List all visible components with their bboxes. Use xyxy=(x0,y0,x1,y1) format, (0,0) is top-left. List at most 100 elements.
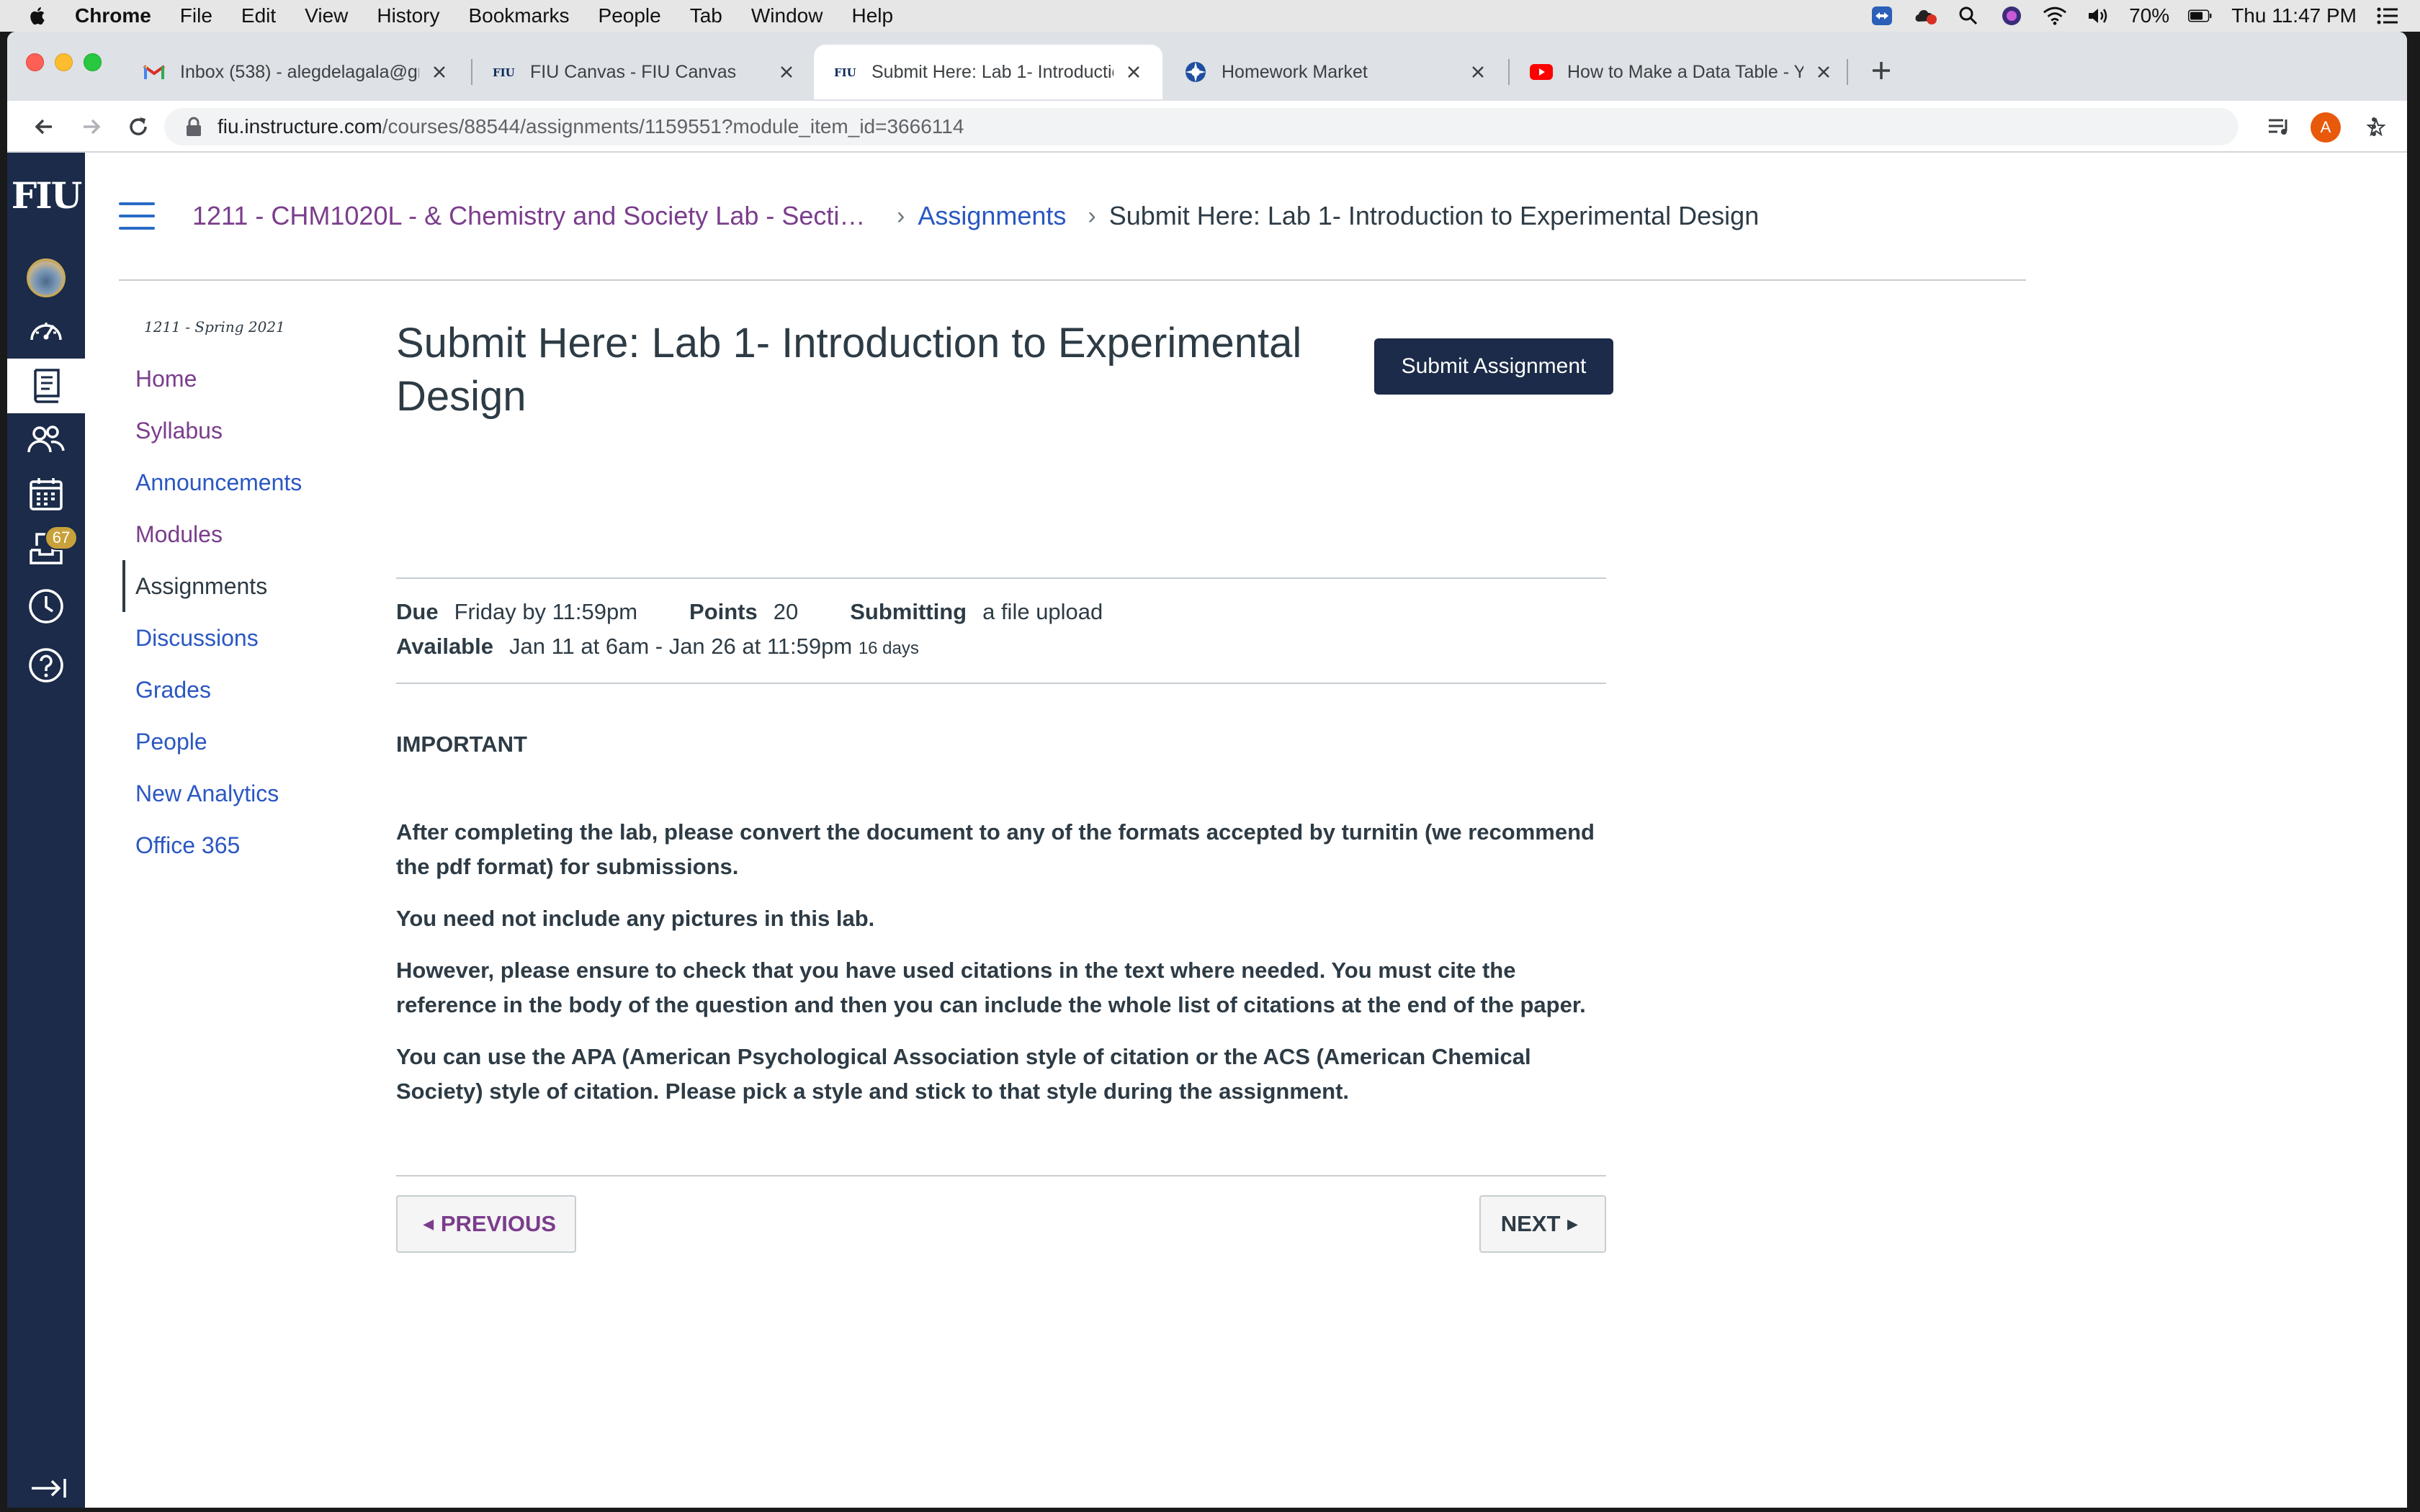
address-bar[interactable]: fiu.instructure.com/courses/88544/assign… xyxy=(164,108,2385,145)
reload-icon[interactable] xyxy=(125,114,151,140)
fiu-icon: FIU xyxy=(493,60,516,84)
spotlight-search-icon[interactable] xyxy=(1956,5,1981,27)
menubar-clock[interactable]: Thu 11:47 PM xyxy=(2231,4,2357,27)
history-nav-item[interactable] xyxy=(7,580,85,632)
inbox-unread-badge: 67 xyxy=(45,526,78,550)
caret-left-icon: ◀ xyxy=(423,1216,434,1231)
more-menu-icon[interactable] xyxy=(2361,114,2387,140)
window-zoom-button[interactable] xyxy=(84,53,102,71)
media-control-icon[interactable] xyxy=(2266,114,2292,140)
tab-close-icon[interactable] xyxy=(1469,63,1487,81)
menu-help[interactable]: Help xyxy=(851,4,893,27)
course-nav-assignments[interactable]: Assignments xyxy=(122,560,339,612)
fiu-icon: FIU xyxy=(834,60,857,84)
dashboard-nav-item[interactable] xyxy=(7,304,85,356)
groups-nav-item[interactable] xyxy=(7,413,85,465)
course-nav-announcements[interactable]: Announcements xyxy=(122,456,339,508)
page-title: Submit Here: Lab 1- Introduction to Expe… xyxy=(396,320,1302,420)
breadcrumb-assignments[interactable]: Assignments xyxy=(918,201,1066,231)
tab-homework-market[interactable]: Homework Market xyxy=(1164,45,1507,99)
menu-tab[interactable]: Tab xyxy=(690,4,722,27)
course-nav-new-analytics[interactable]: New Analytics xyxy=(122,768,339,819)
menu-file[interactable]: File xyxy=(180,4,212,27)
course-term: 1211 - Spring 2021 xyxy=(144,318,285,336)
description-paragraph: However, please ensure to check that you… xyxy=(396,958,1586,1017)
course-nav-grades[interactable]: Grades xyxy=(122,664,339,716)
courses-nav-item[interactable] xyxy=(7,359,85,413)
menu-people[interactable]: People xyxy=(599,4,661,27)
course-nav-people[interactable]: People xyxy=(122,716,339,768)
inbox-nav-item[interactable]: 67 xyxy=(7,523,85,575)
next-button[interactable]: NEXT ▶ xyxy=(1479,1195,1606,1253)
tab-strip: Inbox (538) - alegdelagala@gm FIU FIU Ca… xyxy=(7,32,2407,101)
breadcrumb-course[interactable]: 1211 - CHM1020L - & Chemistry and Societ… xyxy=(192,201,875,231)
tab-submit-lab-1[interactable]: FIU Submit Here: Lab 1- Introductio xyxy=(814,45,1162,99)
menu-history[interactable]: History xyxy=(377,4,439,27)
forward-icon[interactable] xyxy=(78,114,104,140)
tab-title: Inbox (538) - alegdelagala@gm xyxy=(180,61,419,82)
macos-menu-bar: Chrome File Edit View History Bookmarks … xyxy=(0,0,2420,32)
account-nav-item[interactable] xyxy=(7,245,85,311)
due-value: Friday by 11:59pm xyxy=(454,599,638,624)
tab-close-icon[interactable] xyxy=(1125,63,1142,81)
divider xyxy=(396,683,1606,684)
window-minimize-button[interactable] xyxy=(55,53,73,71)
tab-fiu-canvas[interactable]: FIU FIU Canvas - FIU Canvas xyxy=(472,45,815,99)
new-tab-icon[interactable] xyxy=(1867,56,1896,85)
collapse-nav-icon[interactable] xyxy=(30,1477,68,1499)
youtube-icon xyxy=(1530,60,1553,84)
tab-close-icon[interactable] xyxy=(1815,63,1832,81)
submit-assignment-button[interactable]: Submit Assignment xyxy=(1374,338,1613,395)
apple-icon[interactable] xyxy=(27,5,49,27)
groups-icon xyxy=(27,426,65,453)
volume-icon[interactable] xyxy=(2086,5,2110,27)
back-icon[interactable] xyxy=(32,114,58,140)
calendar-nav-item[interactable] xyxy=(7,468,85,520)
url-host: fiu.instructure.com xyxy=(218,115,382,138)
menu-window[interactable]: Window xyxy=(751,4,823,27)
description-paragraph: You need not include any pictures in thi… xyxy=(396,906,875,931)
available-days: 16 days xyxy=(858,639,919,658)
help-nav-item[interactable] xyxy=(7,639,85,691)
battery-icon[interactable] xyxy=(2188,5,2213,27)
chrome-window: Inbox (538) - alegdelagala@gm FIU FIU Ca… xyxy=(7,32,2407,1508)
profile-avatar[interactable]: A xyxy=(2311,112,2341,143)
previous-button[interactable]: ◀ PREVIOUS xyxy=(396,1195,576,1253)
menu-app-name[interactable]: Chrome xyxy=(75,4,151,27)
course-nav-syllabus[interactable]: Syllabus xyxy=(122,405,339,456)
canvas-page: FIU 67 1211 - CHM1020L - & Chemistry and… xyxy=(7,153,2407,1508)
siri-icon[interactable] xyxy=(1999,5,2024,27)
window-close-button[interactable] xyxy=(26,53,44,71)
menu-bookmarks[interactable]: Bookmarks xyxy=(468,4,569,27)
important-heading: IMPORTANT xyxy=(396,732,527,757)
course-menu-toggle-icon[interactable] xyxy=(119,202,155,230)
tab-gmail[interactable]: Inbox (538) - alegdelagala@gm xyxy=(122,45,468,99)
due-label: Due xyxy=(396,599,439,624)
next-label: NEXT xyxy=(1500,1211,1561,1236)
tab-close-icon[interactable] xyxy=(431,63,448,81)
course-nav-office-365[interactable]: Office 365 xyxy=(122,819,339,871)
global-navigation: FIU 67 xyxy=(7,153,85,1508)
gmail-icon xyxy=(143,60,166,84)
browser-toolbar: fiu.instructure.com/courses/88544/assign… xyxy=(7,101,2407,153)
menu-view[interactable]: View xyxy=(305,4,348,27)
creative-cloud-icon[interactable] xyxy=(1913,5,1937,27)
tab-youtube[interactable]: How to Make a Data Table - Yo xyxy=(1510,45,1852,99)
clock-icon xyxy=(29,589,63,624)
wifi-icon[interactable] xyxy=(2043,5,2067,27)
lock-icon[interactable] xyxy=(184,117,203,137)
tab-title: Submit Here: Lab 1- Introductio xyxy=(871,61,1113,82)
breadcrumb-current: Submit Here: Lab 1- Introduction to Expe… xyxy=(1108,201,1760,230)
help-icon xyxy=(29,648,63,683)
tab-close-icon[interactable] xyxy=(778,63,795,81)
teamviewer-icon[interactable] xyxy=(1870,5,1894,27)
tab-separator xyxy=(1847,59,1848,85)
course-nav-discussions[interactable]: Discussions xyxy=(122,612,339,664)
tab-title: FIU Canvas - FIU Canvas xyxy=(530,61,737,82)
description-paragraph: After completing the lab, please convert… xyxy=(396,819,1595,879)
course-nav-home[interactable]: Home xyxy=(122,353,339,405)
course-nav-modules[interactable]: Modules xyxy=(122,508,339,560)
menu-edit[interactable]: Edit xyxy=(241,4,276,27)
fiu-logo[interactable]: FIU xyxy=(7,174,85,217)
notification-center-icon[interactable] xyxy=(2375,5,2400,27)
